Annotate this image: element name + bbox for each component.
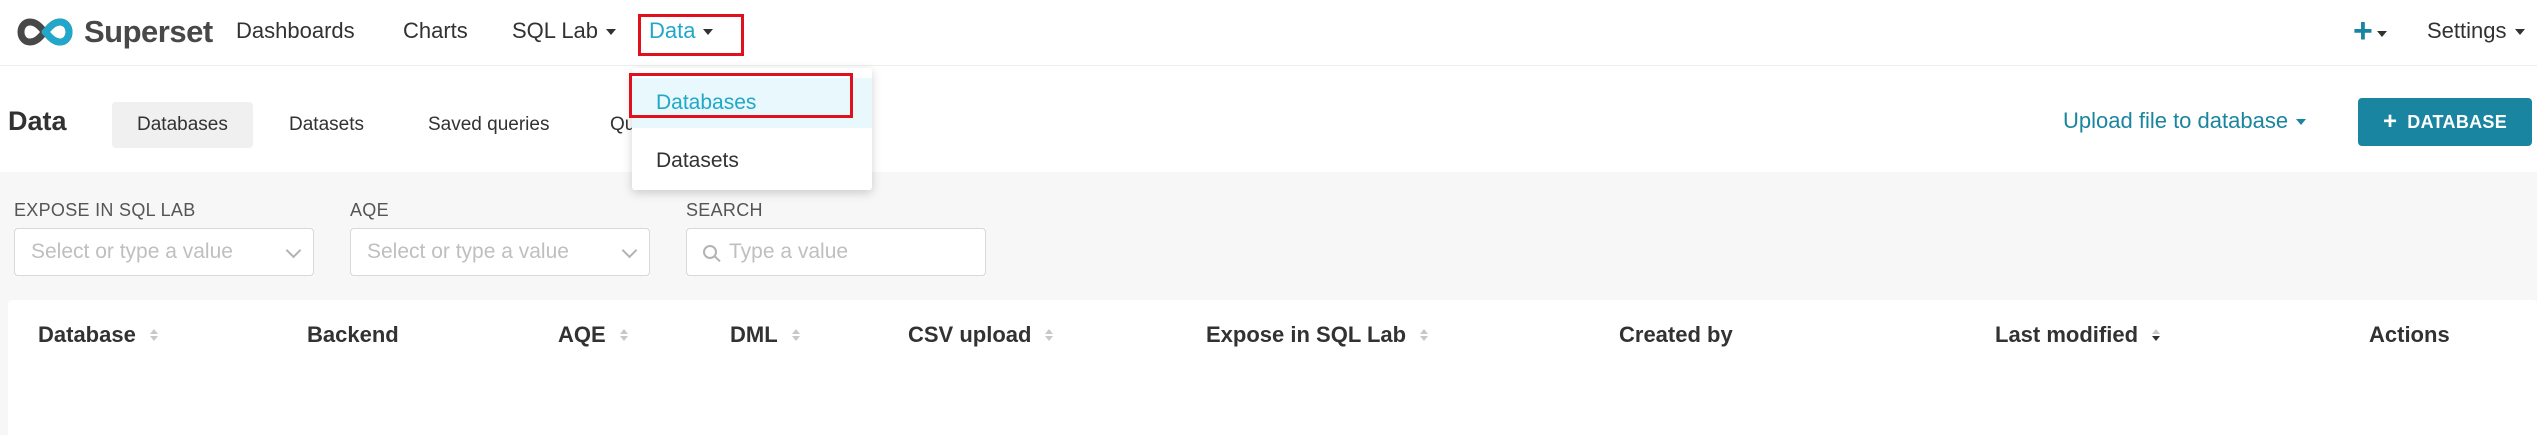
chevron-down-icon bbox=[621, 242, 638, 259]
tab-databases[interactable]: Databases bbox=[112, 102, 253, 148]
column-label: Backend bbox=[307, 322, 399, 347]
search-icon bbox=[703, 245, 717, 259]
superset-logo[interactable]: Superset bbox=[14, 14, 213, 50]
page-title: Data bbox=[8, 106, 67, 136]
column-label: CSV upload bbox=[908, 322, 1032, 347]
chevron-down-icon bbox=[2514, 29, 2525, 35]
column-label: AQE bbox=[558, 322, 606, 347]
column-header-last-modified[interactable]: Last modified bbox=[1995, 322, 2161, 348]
sort-desc-icon bbox=[2152, 329, 2161, 341]
column-header-expose-in-sql-lab[interactable]: Expose in SQL Lab bbox=[1206, 322, 1429, 348]
chevron-down-icon bbox=[2376, 31, 2387, 38]
sort-icon bbox=[1420, 329, 1429, 341]
menu-item-datasets[interactable]: Datasets bbox=[632, 136, 872, 186]
search-placeholder: Type a value bbox=[729, 240, 849, 263]
nav-charts[interactable]: Charts bbox=[403, 18, 468, 44]
aqe-select[interactable]: Select or type a value bbox=[350, 228, 650, 276]
column-header-csv-upload[interactable]: CSV upload bbox=[908, 322, 1054, 348]
column-label: Database bbox=[38, 322, 136, 347]
column-header-actions: Actions bbox=[2369, 322, 2450, 348]
upload-file-label: Upload file to database bbox=[2063, 108, 2289, 133]
column-label: Expose in SQL Lab bbox=[1206, 322, 1407, 347]
settings-label: Settings bbox=[2427, 18, 2507, 43]
filter-label-expose: EXPOSE IN SQL LAB bbox=[14, 200, 196, 220]
tab-saved-queries[interactable]: Saved queries bbox=[403, 102, 574, 148]
column-header-aqe[interactable]: AQE bbox=[558, 322, 628, 348]
column-label: Last modified bbox=[1995, 322, 2139, 347]
add-database-label: DATABASE bbox=[2407, 111, 2508, 132]
menu-databases-highlight bbox=[629, 73, 853, 118]
sort-icon bbox=[149, 329, 158, 341]
column-header-database[interactable]: Database bbox=[38, 322, 158, 348]
chevron-down-icon bbox=[2296, 119, 2307, 125]
sort-icon bbox=[1045, 329, 1054, 341]
search-input[interactable]: Type a value bbox=[686, 228, 986, 276]
nav-sql-lab-label: SQL Lab bbox=[512, 18, 599, 43]
sort-icon bbox=[619, 329, 628, 341]
top-navbar: Superset Dashboards Charts SQL Lab Data … bbox=[0, 0, 2537, 66]
expose-in-sql-lab-select[interactable]: Select or type a value bbox=[14, 228, 314, 276]
plus-icon[interactable]: + bbox=[2353, 14, 2387, 48]
upload-file-menu[interactable]: Upload file to database bbox=[2063, 108, 2307, 134]
nav-sql-lab[interactable]: SQL Lab bbox=[512, 18, 617, 44]
nav-dashboards[interactable]: Dashboards bbox=[236, 18, 355, 44]
column-label: Actions bbox=[2369, 322, 2450, 347]
column-label: DML bbox=[730, 322, 778, 347]
database-table: Database Backend AQE DML CSV upload Expo… bbox=[8, 300, 2537, 435]
sort-icon bbox=[791, 329, 800, 341]
column-label: Created by bbox=[1619, 322, 1733, 347]
column-header-backend: Backend bbox=[307, 322, 399, 348]
nav-dashboards-label: Dashboards bbox=[236, 18, 355, 43]
filter-label-search: SEARCH bbox=[686, 200, 763, 220]
settings-menu[interactable]: Settings bbox=[2427, 18, 2525, 44]
chevron-down-icon bbox=[606, 29, 617, 35]
aqe-select-placeholder: Select or type a value bbox=[367, 240, 569, 263]
filter-label-aqe: AQE bbox=[350, 200, 389, 220]
tab-datasets[interactable]: Datasets bbox=[264, 102, 389, 148]
chevron-down-icon bbox=[285, 242, 302, 259]
add-database-button[interactable]: + DATABASE bbox=[2358, 98, 2532, 146]
plus-icon: + bbox=[2382, 108, 2398, 135]
column-header-created-by: Created by bbox=[1619, 322, 1733, 348]
sub-header: Data Databases Datasets Saved queries Qu… bbox=[0, 66, 2537, 172]
expose-select-placeholder: Select or type a value bbox=[31, 240, 233, 263]
nav-charts-label: Charts bbox=[403, 18, 468, 43]
nav-data-highlight bbox=[638, 14, 744, 56]
brand-name: Superset bbox=[84, 14, 213, 49]
logo-icon bbox=[17, 18, 73, 46]
column-header-dml[interactable]: DML bbox=[730, 322, 800, 348]
